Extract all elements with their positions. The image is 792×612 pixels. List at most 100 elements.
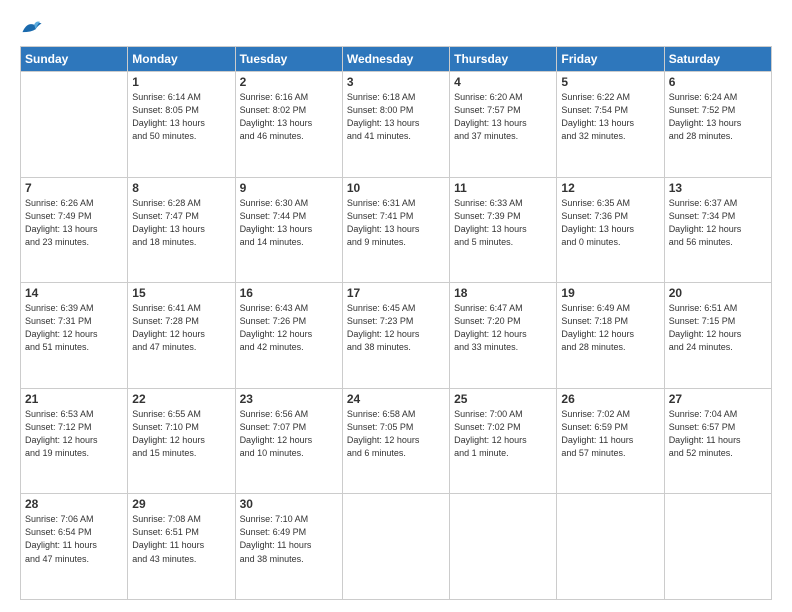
calendar-cell: 7 Sunrise: 6:26 AM Sunset: 7:49 PM Daylig…	[21, 177, 128, 283]
week-row-3: 14 Sunrise: 6:39 AM Sunset: 7:31 PM Dayli…	[21, 283, 772, 389]
calendar-cell: 8 Sunrise: 6:28 AM Sunset: 7:47 PM Daylig…	[128, 177, 235, 283]
weekday-header-row: SundayMondayTuesdayWednesdayThursdayFrid…	[21, 47, 772, 72]
week-row-5: 28 Sunrise: 7:06 AM Sunset: 6:54 PM Dayli…	[21, 494, 772, 600]
day-info: Sunrise: 6:47 AM Sunset: 7:20 PM Dayligh…	[454, 302, 552, 354]
day-info: Sunrise: 6:20 AM Sunset: 7:57 PM Dayligh…	[454, 91, 552, 143]
day-number: 30	[240, 497, 338, 511]
day-info: Sunrise: 6:16 AM Sunset: 8:02 PM Dayligh…	[240, 91, 338, 143]
day-info: Sunrise: 7:06 AM Sunset: 6:54 PM Dayligh…	[25, 513, 123, 565]
day-number: 13	[669, 181, 767, 195]
day-number: 18	[454, 286, 552, 300]
calendar-cell: 2Sunrise: 6:16 AM Sunset: 8:02 PM Daylig…	[235, 72, 342, 178]
day-number: 11	[454, 181, 552, 195]
day-info: Sunrise: 6:26 AM Sunset: 7:49 PM Dayligh…	[25, 197, 123, 249]
week-row-1: 1 Sunrise: 6:14 AM Sunset: 8:05 PM Daylig…	[21, 72, 772, 178]
day-info: Sunrise: 6:33 AM Sunset: 7:39 PM Dayligh…	[454, 197, 552, 249]
day-info: Sunrise: 6:28 AM Sunset: 7:47 PM Dayligh…	[132, 197, 230, 249]
day-number: 29	[132, 497, 230, 511]
day-info: Sunrise: 6:24 AM Sunset: 7:52 PM Dayligh…	[669, 91, 767, 143]
day-number: 16	[240, 286, 338, 300]
day-info: Sunrise: 6:31 AM Sunset: 7:41 PM Dayligh…	[347, 197, 445, 249]
weekday-header-friday: Friday	[557, 47, 664, 72]
calendar-cell: 5Sunrise: 6:22 AM Sunset: 7:54 PM Daylig…	[557, 72, 664, 178]
calendar-cell: 23 Sunrise: 6:56 AM Sunset: 7:07 PM Dayli…	[235, 388, 342, 494]
weekday-header-thursday: Thursday	[450, 47, 557, 72]
calendar-cell	[21, 72, 128, 178]
week-row-4: 21 Sunrise: 6:53 AM Sunset: 7:12 PM Dayli…	[21, 388, 772, 494]
day-info: Sunrise: 6:14 AM Sunset: 8:05 PM Dayligh…	[132, 91, 230, 143]
header	[20, 18, 772, 36]
calendar-cell: 24 Sunrise: 6:58 AM Sunset: 7:05 PM Dayli…	[342, 388, 449, 494]
day-number: 22	[132, 392, 230, 406]
day-number: 23	[240, 392, 338, 406]
day-number: 9	[240, 181, 338, 195]
logo-block	[20, 18, 43, 36]
day-info: Sunrise: 7:08 AM Sunset: 6:51 PM Dayligh…	[132, 513, 230, 565]
calendar: SundayMondayTuesdayWednesdayThursdayFrid…	[20, 46, 772, 600]
day-number: 15	[132, 286, 230, 300]
day-number: 17	[347, 286, 445, 300]
calendar-cell: 29 Sunrise: 7:08 AM Sunset: 6:51 PM Dayli…	[128, 494, 235, 600]
day-number: 19	[561, 286, 659, 300]
day-number: 4	[454, 75, 552, 89]
day-info: Sunrise: 7:02 AM Sunset: 6:59 PM Dayligh…	[561, 408, 659, 460]
day-info: Sunrise: 6:35 AM Sunset: 7:36 PM Dayligh…	[561, 197, 659, 249]
day-info: Sunrise: 6:39 AM Sunset: 7:31 PM Dayligh…	[25, 302, 123, 354]
weekday-header-wednesday: Wednesday	[342, 47, 449, 72]
calendar-cell: 1 Sunrise: 6:14 AM Sunset: 8:05 PM Daylig…	[128, 72, 235, 178]
day-info: Sunrise: 7:00 AM Sunset: 7:02 PM Dayligh…	[454, 408, 552, 460]
day-number: 20	[669, 286, 767, 300]
calendar-cell: 11 Sunrise: 6:33 AM Sunset: 7:39 PM Dayli…	[450, 177, 557, 283]
calendar-cell: 13Sunrise: 6:37 AM Sunset: 7:34 PM Dayli…	[664, 177, 771, 283]
calendar-cell: 15 Sunrise: 6:41 AM Sunset: 7:28 PM Dayli…	[128, 283, 235, 389]
calendar-cell: 28 Sunrise: 7:06 AM Sunset: 6:54 PM Dayli…	[21, 494, 128, 600]
day-info: Sunrise: 6:56 AM Sunset: 7:07 PM Dayligh…	[240, 408, 338, 460]
day-number: 8	[132, 181, 230, 195]
calendar-cell: 21 Sunrise: 6:53 AM Sunset: 7:12 PM Dayli…	[21, 388, 128, 494]
calendar-cell	[342, 494, 449, 600]
calendar-cell	[664, 494, 771, 600]
week-row-2: 7 Sunrise: 6:26 AM Sunset: 7:49 PM Daylig…	[21, 177, 772, 283]
calendar-cell: 9 Sunrise: 6:30 AM Sunset: 7:44 PM Daylig…	[235, 177, 342, 283]
day-info: Sunrise: 6:53 AM Sunset: 7:12 PM Dayligh…	[25, 408, 123, 460]
day-number: 14	[25, 286, 123, 300]
calendar-cell: 30 Sunrise: 7:10 AM Sunset: 6:49 PM Dayli…	[235, 494, 342, 600]
day-number: 3	[347, 75, 445, 89]
day-number: 1	[132, 75, 230, 89]
calendar-cell: 19Sunrise: 6:49 AM Sunset: 7:18 PM Dayli…	[557, 283, 664, 389]
calendar-cell: 16 Sunrise: 6:43 AM Sunset: 7:26 PM Dayli…	[235, 283, 342, 389]
day-number: 10	[347, 181, 445, 195]
weekday-header-saturday: Saturday	[664, 47, 771, 72]
day-number: 26	[561, 392, 659, 406]
calendar-cell: 14 Sunrise: 6:39 AM Sunset: 7:31 PM Dayli…	[21, 283, 128, 389]
calendar-cell	[450, 494, 557, 600]
day-number: 7	[25, 181, 123, 195]
day-number: 24	[347, 392, 445, 406]
calendar-cell: 4 Sunrise: 6:20 AM Sunset: 7:57 PM Daylig…	[450, 72, 557, 178]
calendar-cell: 26 Sunrise: 7:02 AM Sunset: 6:59 PM Dayli…	[557, 388, 664, 494]
day-number: 21	[25, 392, 123, 406]
day-number: 25	[454, 392, 552, 406]
day-number: 28	[25, 497, 123, 511]
calendar-cell	[557, 494, 664, 600]
day-info: Sunrise: 7:04 AM Sunset: 6:57 PM Dayligh…	[669, 408, 767, 460]
calendar-cell: 25 Sunrise: 7:00 AM Sunset: 7:02 PM Dayli…	[450, 388, 557, 494]
day-info: Sunrise: 7:10 AM Sunset: 6:49 PM Dayligh…	[240, 513, 338, 565]
day-number: 27	[669, 392, 767, 406]
day-info: Sunrise: 6:43 AM Sunset: 7:26 PM Dayligh…	[240, 302, 338, 354]
calendar-cell: 20Sunrise: 6:51 AM Sunset: 7:15 PM Dayli…	[664, 283, 771, 389]
calendar-cell: 18 Sunrise: 6:47 AM Sunset: 7:20 PM Dayli…	[450, 283, 557, 389]
page: SundayMondayTuesdayWednesdayThursdayFrid…	[0, 0, 792, 612]
day-info: Sunrise: 6:41 AM Sunset: 7:28 PM Dayligh…	[132, 302, 230, 354]
day-info: Sunrise: 6:55 AM Sunset: 7:10 PM Dayligh…	[132, 408, 230, 460]
day-info: Sunrise: 6:22 AM Sunset: 7:54 PM Dayligh…	[561, 91, 659, 143]
weekday-header-monday: Monday	[128, 47, 235, 72]
calendar-cell: 12 Sunrise: 6:35 AM Sunset: 7:36 PM Dayli…	[557, 177, 664, 283]
day-info: Sunrise: 6:58 AM Sunset: 7:05 PM Dayligh…	[347, 408, 445, 460]
day-info: Sunrise: 6:30 AM Sunset: 7:44 PM Dayligh…	[240, 197, 338, 249]
day-number: 12	[561, 181, 659, 195]
bird-icon	[21, 18, 43, 36]
weekday-header-tuesday: Tuesday	[235, 47, 342, 72]
calendar-cell: 10 Sunrise: 6:31 AM Sunset: 7:41 PM Dayli…	[342, 177, 449, 283]
calendar-cell: 27 Sunrise: 7:04 AM Sunset: 6:57 PM Dayli…	[664, 388, 771, 494]
